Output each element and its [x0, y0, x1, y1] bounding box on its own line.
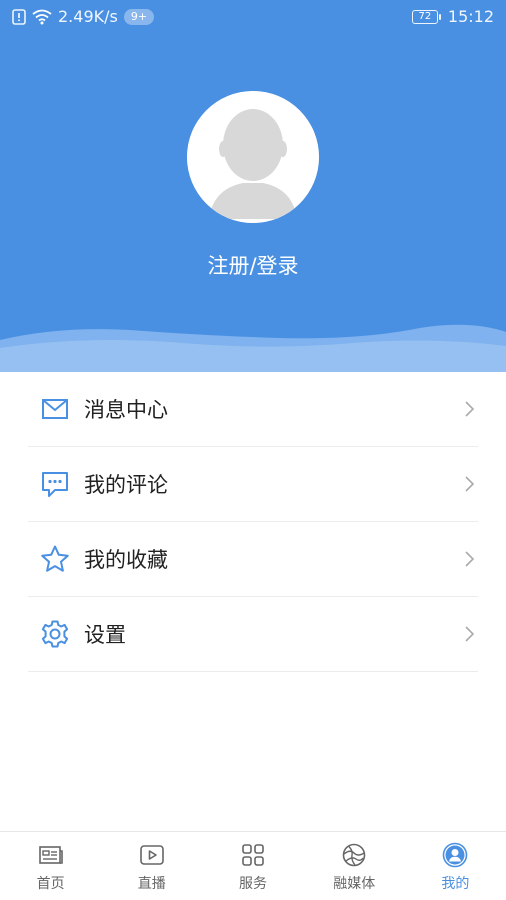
- menu-item-comments[interactable]: 我的评论: [28, 447, 478, 522]
- avatar[interactable]: [187, 91, 319, 223]
- status-left: 2.49K/s 9+: [12, 7, 155, 26]
- newspaper-icon: [38, 846, 63, 864]
- nav-label: 融媒体: [333, 876, 376, 892]
- nav-services[interactable]: 服务: [202, 832, 303, 900]
- status-right: 72 15:12: [411, 7, 494, 26]
- clock: 15:12: [447, 7, 494, 26]
- nav-mine[interactable]: 我的: [405, 832, 506, 900]
- star-icon: [40, 544, 70, 574]
- menu-item-favorites[interactable]: 我的收藏: [28, 522, 478, 597]
- login-register-link[interactable]: 注册/登录: [0, 250, 506, 280]
- alert-icon: [12, 8, 26, 25]
- nav-label: 我的: [441, 876, 470, 892]
- chevron-right-icon: [465, 551, 475, 567]
- grid-icon: [242, 844, 264, 866]
- chevron-right-icon: [465, 476, 475, 492]
- nav-media[interactable]: 融媒体: [304, 832, 405, 900]
- menu-item-label: 设置: [84, 623, 126, 647]
- network-speed: 2.49K/s: [58, 7, 118, 26]
- menu-item-label: 我的评论: [84, 473, 168, 497]
- chevron-right-icon: [465, 401, 475, 417]
- default-avatar-icon: [187, 91, 319, 223]
- comment-icon: [40, 469, 70, 499]
- profile-header: 2.49K/s 9+ 72 15:12 注册/登录: [0, 0, 506, 372]
- bottom-nav: 首页 直播 服务 融媒体 我的: [0, 831, 506, 900]
- menu-item-label: 我的收藏: [84, 548, 168, 572]
- mail-icon: [40, 394, 70, 424]
- wifi-icon: [32, 9, 52, 24]
- nav-label: 首页: [36, 876, 65, 892]
- menu-item-label: 消息中心: [84, 398, 168, 422]
- screen: 2.49K/s 9+ 72 15:12 注册/登录 消息中心 我的评论 我的收藏…: [0, 0, 506, 900]
- wave-decoration: [0, 324, 506, 372]
- nav-live[interactable]: 直播: [101, 832, 202, 900]
- globe-icon: [342, 843, 366, 867]
- status-bar: 2.49K/s 9+ 72 15:12: [0, 0, 506, 34]
- nav-label: 服务: [239, 876, 267, 892]
- notification-badge: 9+: [123, 8, 155, 25]
- user-icon: [443, 842, 468, 868]
- nav-home[interactable]: 首页: [0, 832, 101, 900]
- battery-icon: 72: [411, 9, 441, 24]
- chevron-right-icon: [465, 626, 475, 642]
- play-icon: [139, 845, 164, 865]
- menu-list: 消息中心 我的评论 我的收藏 设置: [0, 372, 506, 672]
- menu-item-settings[interactable]: 设置: [28, 597, 478, 672]
- nav-label: 直播: [137, 876, 166, 892]
- gear-icon: [40, 619, 70, 649]
- menu-item-messages[interactable]: 消息中心: [28, 372, 478, 447]
